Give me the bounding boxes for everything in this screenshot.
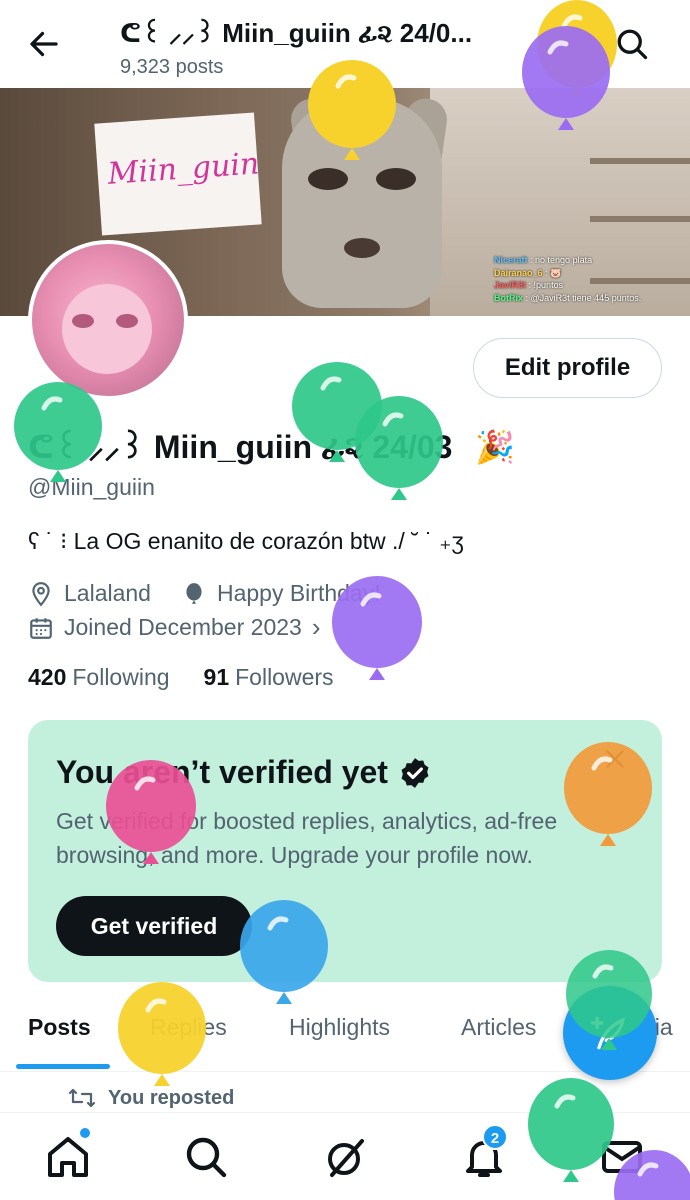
joined-row: Joined December 2023 › (28, 612, 321, 643)
get-verified-button[interactable]: Get verified (56, 896, 252, 956)
party-popper-icon: 🎉 (475, 429, 516, 465)
search-icon[interactable] (182, 1133, 230, 1181)
balloon-icon (528, 1078, 614, 1182)
banner-shelf (590, 158, 690, 164)
balloon-icon (186, 582, 202, 604)
tab-articles[interactable]: Articles (461, 1014, 536, 1041)
tab-highlights[interactable]: Highlights (289, 1014, 390, 1041)
header-title: ᕦ꒰ ⸝⸝꒱ Miin_guiin ፊ૨ 24/0... (120, 18, 473, 48)
balloon-icon (564, 742, 652, 846)
notification-badge: 2 (482, 1124, 508, 1150)
bio: ʕ ˙ ⁝ La OG enanito de corazón btw ./ ˘ … (28, 528, 464, 554)
location-text: Lalaland (64, 580, 151, 606)
verified-badge-icon (401, 757, 429, 788)
balloon-icon (355, 396, 443, 500)
joined-text: Joined December 2023 (64, 614, 302, 640)
home-icon[interactable] (44, 1133, 92, 1181)
balloon-icon (14, 382, 102, 482)
profile-meta-row: Lalaland Happy Birthday! (28, 580, 381, 607)
repost-icon (68, 1088, 96, 1108)
balloon-icon (308, 60, 396, 160)
balloon-icon (614, 1150, 690, 1200)
banner-sign: Miin_guin (94, 112, 262, 236)
banner-sign-text: Miin_guin (106, 146, 261, 192)
balloon-icon (522, 26, 610, 130)
tab-posts[interactable]: Posts (28, 1014, 91, 1041)
arrow-left-icon[interactable] (26, 26, 62, 62)
balloon-icon (240, 900, 328, 1004)
balloon-icon (566, 950, 652, 1050)
follow-stats: 420 Following 91 Followers (28, 664, 334, 691)
balloon-icon (332, 576, 422, 680)
following-link[interactable]: 420 Following (28, 664, 170, 691)
chevron-right-icon[interactable]: › (312, 612, 321, 643)
balloon-icon (118, 982, 206, 1086)
location-pin-icon (32, 581, 50, 606)
avatar[interactable] (28, 240, 188, 400)
stream-chat-overlay: Niceraft : no tengo plata Dairanao_6 : 🐷… (494, 254, 641, 304)
edit-profile-button[interactable]: Edit profile (473, 338, 662, 398)
balloon-icon (106, 760, 196, 864)
chat-line: Dairanao_6 : 🐷 (494, 267, 562, 278)
chat-line: Niceraft : no tengo plata (494, 255, 593, 265)
chat-line: JaviR3t : !puntos (494, 280, 564, 290)
active-tab-indicator (16, 1064, 110, 1069)
followers-link[interactable]: 91 Followers (204, 664, 334, 691)
calendar-icon (30, 617, 52, 639)
home-unread-dot (80, 1128, 90, 1138)
grok-icon[interactable] (322, 1133, 370, 1181)
banner-shelf (590, 216, 690, 222)
chat-line: BotRix : @JaviR3t tiene 445 puntos. (494, 292, 642, 303)
